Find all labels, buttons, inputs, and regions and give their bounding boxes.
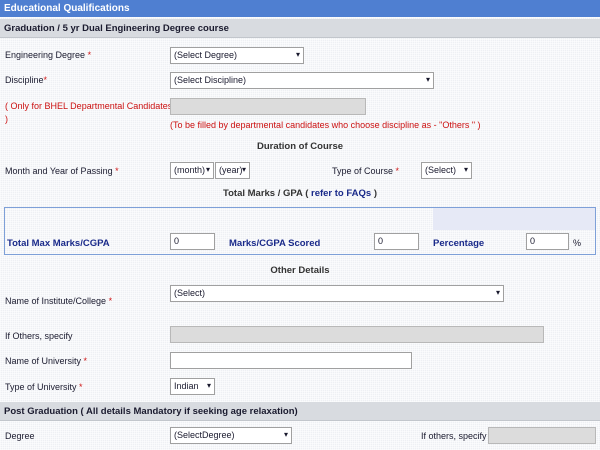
month-year-label: Month and Year of Passing * — [5, 166, 119, 176]
chevron-down-icon: ▾ — [205, 165, 210, 174]
engineering-degree-label: Engineering Degree * — [5, 50, 92, 60]
chevron-down-icon: ▾ — [425, 75, 430, 84]
section-header: Educational Qualifications — [0, 0, 600, 17]
graduation-header: Graduation / 5 yr Dual Engineering Degre… — [0, 19, 600, 38]
engineering-degree-select[interactable]: (Select Degree) ▾ — [170, 47, 304, 64]
if-others-label: If Others, specify — [5, 331, 73, 341]
chevron-down-icon: ▾ — [206, 381, 211, 390]
if-others-input[interactable] — [170, 326, 544, 343]
pg-if-others-label: If others, specify — [421, 431, 487, 441]
marks-title: Total Marks / GPA ( refer to FAQs ) — [223, 188, 377, 199]
university-type-label: Type of University * — [5, 382, 83, 392]
chevron-down-icon: ▾ — [495, 288, 500, 297]
duration-title: Duration of Course — [256, 141, 344, 152]
institute-select[interactable]: (Select) ▾ — [170, 285, 504, 302]
scored-input[interactable]: 0 — [374, 233, 419, 250]
bhel-label-close: ) — [5, 114, 8, 124]
total-max-input[interactable]: 0 — [170, 233, 215, 250]
chevron-down-icon: ▾ — [463, 165, 468, 174]
percentage-label: Percentage — [433, 238, 485, 249]
discipline-label: Discipline* — [5, 75, 48, 85]
percent-sign: % — [573, 238, 582, 248]
university-input[interactable] — [170, 352, 412, 369]
bhel-label: ( Only for BHEL Departmental Candidates — [5, 101, 173, 111]
institute-label: Name of Institute/College * — [5, 296, 113, 306]
percentage-input[interactable]: 0 — [526, 233, 569, 250]
pg-degree-select[interactable]: (SelectDegree) ▾ — [170, 427, 292, 444]
university-label: Name of University * — [5, 356, 88, 366]
month-select[interactable]: (month) ▾ — [170, 162, 214, 179]
chevron-down-icon: ▾ — [241, 165, 246, 174]
chevron-down-icon: ▾ — [283, 430, 288, 439]
course-type-label: Type of Course * — [332, 166, 400, 176]
post-graduation-header: Post Graduation ( All details Mandatory … — [0, 402, 600, 421]
faq-link[interactable]: refer to FAQs — [311, 188, 371, 199]
chevron-down-icon: ▾ — [295, 50, 300, 59]
university-type-select[interactable]: Indian ▾ — [170, 378, 215, 395]
year-select[interactable]: (year) ▾ — [215, 162, 250, 179]
total-max-label: Total Max Marks/CGPA — [7, 238, 110, 249]
other-details-title: Other Details — [270, 265, 330, 276]
marks-panel-tint — [433, 208, 595, 230]
pg-degree-label: Degree — [5, 431, 35, 441]
bhel-note: (To be filled by departmental candidates… — [170, 120, 481, 130]
pg-if-others-input[interactable] — [488, 427, 596, 444]
course-type-select[interactable]: (Select) ▾ — [421, 162, 472, 179]
scored-label: Marks/CGPA Scored — [229, 238, 321, 249]
bhel-input[interactable] — [170, 98, 366, 115]
discipline-select[interactable]: (Select Discipline) ▾ — [170, 72, 434, 89]
